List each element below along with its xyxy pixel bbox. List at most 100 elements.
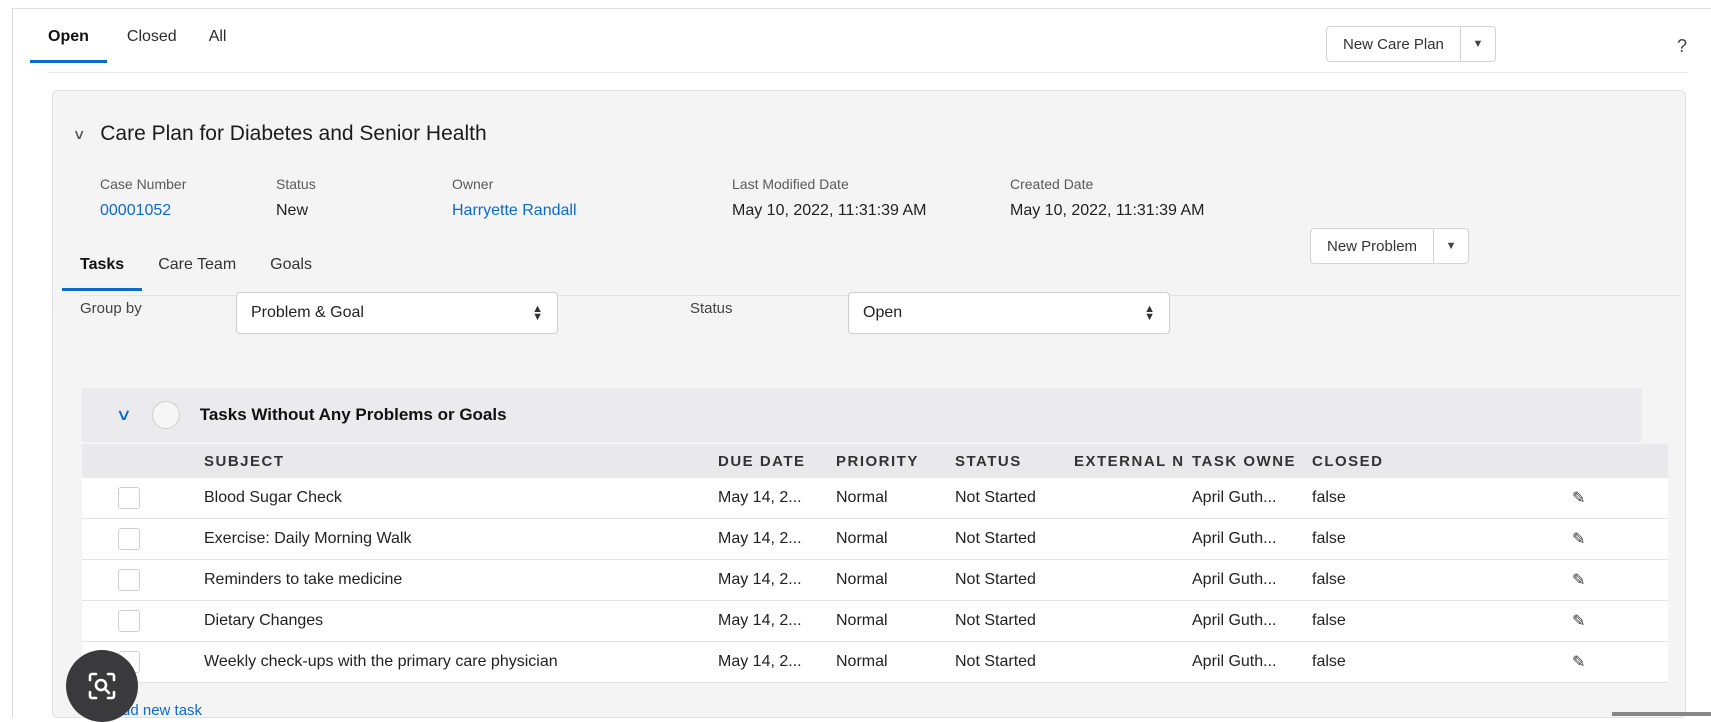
table-row[interactable]: Blood Sugar Check May 14, 2... Normal No… bbox=[82, 478, 1668, 519]
cell-status: Not Started bbox=[955, 653, 1036, 670]
cell-status: Not Started bbox=[955, 612, 1036, 629]
last-modified-value: May 10, 2022, 11:31:39 AM bbox=[732, 202, 927, 219]
cell-status: Not Started bbox=[955, 489, 1036, 506]
cell-status: Not Started bbox=[955, 530, 1036, 547]
new-care-plan-dropdown-icon[interactable]: ▼ bbox=[1461, 27, 1495, 61]
created-date-field: Created Date May 10, 2022, 11:31:39 AM bbox=[1010, 176, 1205, 220]
field-label: Created Date bbox=[1010, 176, 1094, 192]
field-label: Owner bbox=[452, 176, 494, 192]
cell-subject[interactable]: Weekly check-ups with the primary care p… bbox=[204, 653, 558, 671]
row-checkbox[interactable] bbox=[118, 528, 140, 550]
cell-task-owner: April Guth... bbox=[1192, 571, 1277, 588]
sort-arrows-icon: ▲ ▼ bbox=[1144, 303, 1155, 323]
cell-task-owner: April Guth... bbox=[1192, 489, 1277, 506]
column-header-status[interactable]: STATUS bbox=[955, 453, 1022, 470]
tab-care-team[interactable]: Care Team bbox=[158, 256, 236, 291]
field-label: Status bbox=[276, 176, 316, 192]
owner-field: Owner Harryette Randall bbox=[452, 176, 577, 220]
cell-subject[interactable]: Reminders to take medicine bbox=[204, 571, 402, 589]
cell-priority: Normal bbox=[836, 571, 888, 588]
last-modified-field: Last Modified Date May 10, 2022, 11:31:3… bbox=[732, 176, 927, 220]
table-row[interactable]: Reminders to take medicine May 14, 2... … bbox=[82, 560, 1668, 601]
row-checkbox[interactable] bbox=[118, 610, 140, 632]
table-header-row: SUBJECT DUE DATE PRIORITY STATUS EXTERNA… bbox=[82, 444, 1668, 478]
cell-due-date: May 14, 2... bbox=[718, 612, 802, 629]
new-care-plan-button-group: New Care Plan ▼ bbox=[1326, 26, 1496, 62]
care-plan-sub-tabs: Tasks Care Team Goals bbox=[62, 256, 346, 291]
column-header-priority[interactable]: PRIORITY bbox=[836, 453, 919, 470]
cell-priority: Normal bbox=[836, 530, 888, 547]
column-header-subject[interactable]: SUBJECT bbox=[204, 453, 285, 470]
cell-due-date: May 14, 2... bbox=[718, 489, 802, 506]
lens-glyph-icon bbox=[88, 672, 116, 700]
cell-closed: false bbox=[1312, 571, 1346, 588]
column-header-task-owner[interactable]: TASK OWNE bbox=[1192, 453, 1304, 470]
group-by-label: Group by bbox=[80, 300, 142, 317]
group-select-circle[interactable] bbox=[151, 401, 180, 429]
created-date-value: May 10, 2022, 11:31:39 AM bbox=[1010, 202, 1205, 219]
cell-status: Not Started bbox=[955, 571, 1036, 588]
task-group-header[interactable]: ∨ Tasks Without Any Problems or Goals bbox=[82, 388, 1642, 442]
cell-due-date: May 14, 2... bbox=[718, 653, 802, 670]
tab-tasks[interactable]: Tasks bbox=[62, 256, 143, 291]
tasks-table: SUBJECT DUE DATE PRIORITY STATUS EXTERNA… bbox=[82, 444, 1668, 683]
cell-closed: false bbox=[1312, 612, 1346, 629]
cell-closed: false bbox=[1312, 653, 1346, 670]
table-row[interactable]: Exercise: Daily Morning Walk May 14, 2..… bbox=[82, 519, 1668, 560]
cell-subject[interactable]: Blood Sugar Check bbox=[204, 489, 342, 507]
pencil-icon[interactable]: ✎ bbox=[1572, 652, 1585, 672]
sort-arrows-icon: ▲ ▼ bbox=[532, 303, 543, 323]
pencil-icon[interactable]: ✎ bbox=[1572, 611, 1585, 631]
case-number-field: Case Number 00001052 bbox=[100, 176, 186, 220]
new-problem-button-group: New Problem ▼ bbox=[1310, 228, 1470, 264]
tab-open[interactable]: Open bbox=[30, 28, 107, 63]
row-checkbox[interactable] bbox=[118, 569, 140, 591]
new-problem-dropdown-icon[interactable]: ▼ bbox=[1434, 229, 1468, 263]
status-value: New bbox=[276, 202, 309, 219]
tab-all[interactable]: All bbox=[209, 28, 227, 62]
new-problem-button[interactable]: New Problem bbox=[1311, 229, 1435, 263]
cell-priority: Normal bbox=[836, 489, 888, 506]
tab-closed[interactable]: Closed bbox=[127, 28, 177, 62]
column-header-closed[interactable]: CLOSED bbox=[1312, 453, 1384, 470]
new-care-plan-button[interactable]: New Care Plan bbox=[1327, 27, 1461, 61]
group-by-select[interactable]: Problem & Goal ▲ ▼ bbox=[236, 292, 558, 334]
tab-goals[interactable]: Goals bbox=[270, 256, 312, 291]
status-filter-label: Status bbox=[690, 300, 733, 317]
row-checkbox[interactable] bbox=[118, 487, 140, 509]
screenshot-lens-icon[interactable] bbox=[66, 650, 138, 722]
status-filter-value: Open bbox=[863, 304, 903, 321]
care-plan-title: Care Plan for Diabetes and Senior Health bbox=[100, 122, 487, 145]
chevron-down-icon[interactable]: ∨ bbox=[72, 126, 85, 143]
table-row[interactable]: Dietary Changes May 14, 2... Normal Not … bbox=[82, 601, 1668, 642]
pencil-icon[interactable]: ✎ bbox=[1572, 529, 1585, 549]
column-header-due-date[interactable]: DUE DATE bbox=[718, 453, 806, 470]
cell-task-owner: April Guth... bbox=[1192, 653, 1277, 670]
cell-priority: Normal bbox=[836, 653, 888, 670]
cell-due-date: May 14, 2... bbox=[718, 530, 802, 547]
field-label: Last Modified Date bbox=[732, 176, 849, 192]
status-field: Status New bbox=[276, 176, 316, 220]
help-icon[interactable]: ? bbox=[1677, 36, 1687, 57]
scroll-indicator bbox=[1612, 712, 1711, 716]
pencil-icon[interactable]: ✎ bbox=[1572, 488, 1585, 508]
pencil-icon[interactable]: ✎ bbox=[1572, 570, 1585, 590]
column-header-external[interactable]: EXTERNAL N bbox=[1074, 453, 1184, 470]
status-select[interactable]: Open ▲ ▼ bbox=[848, 292, 1170, 334]
cell-due-date: May 14, 2... bbox=[718, 571, 802, 588]
group-by-value: Problem & Goal bbox=[251, 304, 364, 321]
care-plan-header[interactable]: ∨ Care Plan for Diabetes and Senior Heal… bbox=[72, 122, 487, 146]
task-group-title: Tasks Without Any Problems or Goals bbox=[199, 405, 507, 424]
case-number-link[interactable]: 00001052 bbox=[100, 202, 186, 220]
cell-task-owner: April Guth... bbox=[1192, 612, 1277, 629]
owner-link[interactable]: Harryette Randall bbox=[452, 202, 577, 220]
cell-subject[interactable]: Exercise: Daily Morning Walk bbox=[204, 530, 411, 548]
cell-closed: false bbox=[1312, 530, 1346, 547]
care-plan-filter-tabs: Open Closed All bbox=[30, 28, 258, 74]
cell-subject[interactable]: Dietary Changes bbox=[204, 612, 323, 630]
cell-closed: false bbox=[1312, 489, 1346, 506]
cell-task-owner: April Guth... bbox=[1192, 530, 1277, 547]
chevron-down-icon[interactable]: ∨ bbox=[116, 405, 132, 425]
cell-priority: Normal bbox=[836, 612, 888, 629]
table-row[interactable]: Weekly check-ups with the primary care p… bbox=[82, 642, 1668, 683]
